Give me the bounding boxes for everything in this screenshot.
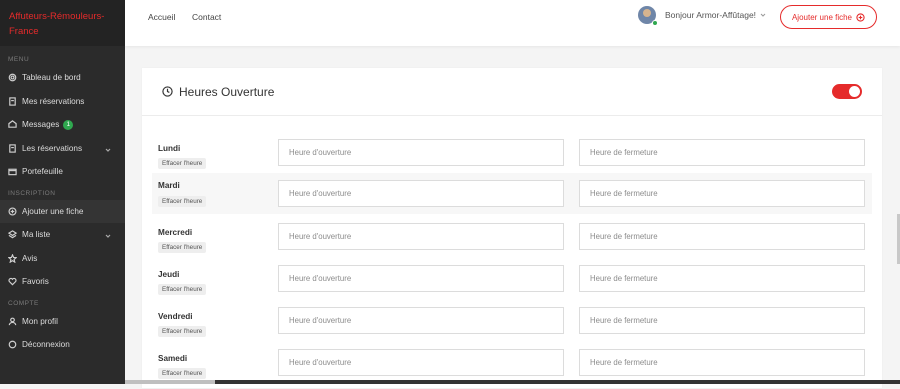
star-icon (7, 253, 18, 264)
sidebar-item-label: Avis (22, 253, 38, 263)
online-status-dot (652, 20, 658, 26)
wallet-icon (7, 166, 18, 177)
document-icon (7, 143, 18, 154)
plus-circle-icon (856, 12, 865, 22)
add-listing-button[interactable]: Ajouter une fiche (780, 5, 877, 29)
opening-time-input[interactable] (278, 139, 564, 166)
clear-hours-button[interactable]: Effacer l'heure (158, 326, 207, 337)
day-row: Mardi Effacer l'heure (152, 173, 872, 214)
day-label: Vendredi (158, 312, 193, 321)
document-icon (7, 96, 18, 107)
sidebar-item-label: Déconnexion (22, 340, 70, 350)
sidebar-item-label: Ma liste (22, 230, 51, 240)
sidebar-item-label: Portefeuille (22, 167, 63, 177)
opening-hours-card: Heures Ouverture Lundi Effacer l'heure M… (142, 68, 882, 388)
gear-icon (7, 72, 18, 83)
clock-icon (162, 86, 173, 97)
opening-time-input[interactable] (278, 180, 564, 207)
sidebar-item-add-listing[interactable]: Ajouter une fiche (0, 199, 125, 223)
sidebar-item-label: Messages (22, 120, 60, 130)
sidebar-item-my-list[interactable]: Ma liste (0, 223, 125, 247)
add-listing-label: Ajouter une fiche (791, 12, 853, 22)
clear-hours-button[interactable]: Effacer l'heure (158, 242, 207, 253)
day-row: Vendredi Effacer l'heure (152, 306, 872, 347)
chevron-down-icon (105, 146, 111, 152)
clear-hours-button[interactable]: Effacer l'heure (158, 196, 207, 207)
clear-hours-button[interactable]: Effacer l'heure (158, 158, 207, 169)
section-inscription: INSCRIPTION (8, 189, 56, 197)
horizontal-scrollbar-track (125, 380, 215, 384)
sidebar-item-my-reservations[interactable]: Mes réservations (0, 90, 125, 114)
sidebar-item-reviews[interactable]: Avis (0, 247, 125, 271)
horizontal-scrollbar-thumb[interactable] (215, 380, 900, 384)
closing-time-input[interactable] (579, 180, 865, 207)
section-menu: MENU (8, 56, 30, 63)
messages-count-badge: 1 (63, 119, 74, 130)
closing-time-input[interactable] (579, 307, 865, 334)
closing-time-input[interactable] (579, 139, 865, 166)
sidebar-item-label: Mon profil (22, 316, 58, 326)
day-row: Jeudi Effacer l'heure (152, 264, 872, 305)
day-row: Mercredi Effacer l'heure (152, 222, 872, 263)
sidebar-item-wallet[interactable]: Portefeuille (0, 160, 125, 184)
sidebar-item-messages[interactable]: Messages 1 (0, 113, 125, 137)
day-label: Samedi (158, 354, 188, 363)
opening-time-input[interactable] (278, 223, 564, 250)
chevron-down-icon (105, 232, 111, 238)
sidebar-item-reservations[interactable]: Les réservations (0, 137, 125, 161)
message-icon (7, 119, 18, 130)
sidebar-item-profile[interactable]: Mon profil (0, 310, 125, 334)
sidebar-item-label: Favoris (22, 277, 49, 287)
sidebar: Affuteurs-Rémouleurs-France MENU Tableau… (0, 0, 125, 384)
opening-hours-toggle[interactable] (832, 84, 862, 99)
topbar: Accueil Contact Bonjour Armor-Affûtage! … (125, 0, 900, 46)
power-icon (7, 339, 18, 350)
nav-link-contact[interactable]: Contact (192, 12, 221, 22)
section-compte: COMPTE (8, 299, 39, 307)
brand-title[interactable]: Affuteurs-Rémouleurs-France (0, 0, 125, 46)
layers-icon (7, 229, 18, 240)
opening-time-input[interactable] (278, 307, 564, 334)
day-label: Lundi (158, 144, 181, 153)
card-header: Heures Ouverture (142, 68, 882, 116)
chevron-down-icon (760, 12, 766, 18)
sidebar-item-label: Les réservations (22, 143, 83, 153)
clear-hours-button[interactable]: Effacer l'heure (158, 284, 207, 295)
sidebar-item-logout[interactable]: Déconnexion (0, 333, 125, 357)
clear-hours-button[interactable]: Effacer l'heure (158, 368, 207, 379)
user-icon (7, 316, 18, 327)
opening-time-input[interactable] (278, 349, 564, 376)
heart-icon (7, 276, 18, 287)
closing-time-input[interactable] (579, 223, 865, 250)
day-label: Mardi (158, 181, 180, 190)
sidebar-item-label: Ajouter une fiche (22, 206, 84, 216)
nav-link-home[interactable]: Accueil (148, 12, 175, 22)
sidebar-item-label: Tableau de bord (22, 73, 81, 83)
opening-time-input[interactable] (278, 265, 564, 292)
user-greeting: Bonjour Armor-Affûtage! (665, 10, 757, 20)
day-label: Jeudi (158, 270, 180, 279)
card-title: Heures Ouverture (179, 84, 275, 99)
day-label: Mercredi (158, 228, 193, 237)
plus-circle-icon (7, 206, 18, 217)
closing-time-input[interactable] (579, 349, 865, 376)
sidebar-item-dashboard[interactable]: Tableau de bord (0, 66, 125, 90)
sidebar-item-label: Mes réservations (22, 96, 85, 106)
sidebar-item-favorites[interactable]: Favoris (0, 270, 125, 294)
closing-time-input[interactable] (579, 265, 865, 292)
